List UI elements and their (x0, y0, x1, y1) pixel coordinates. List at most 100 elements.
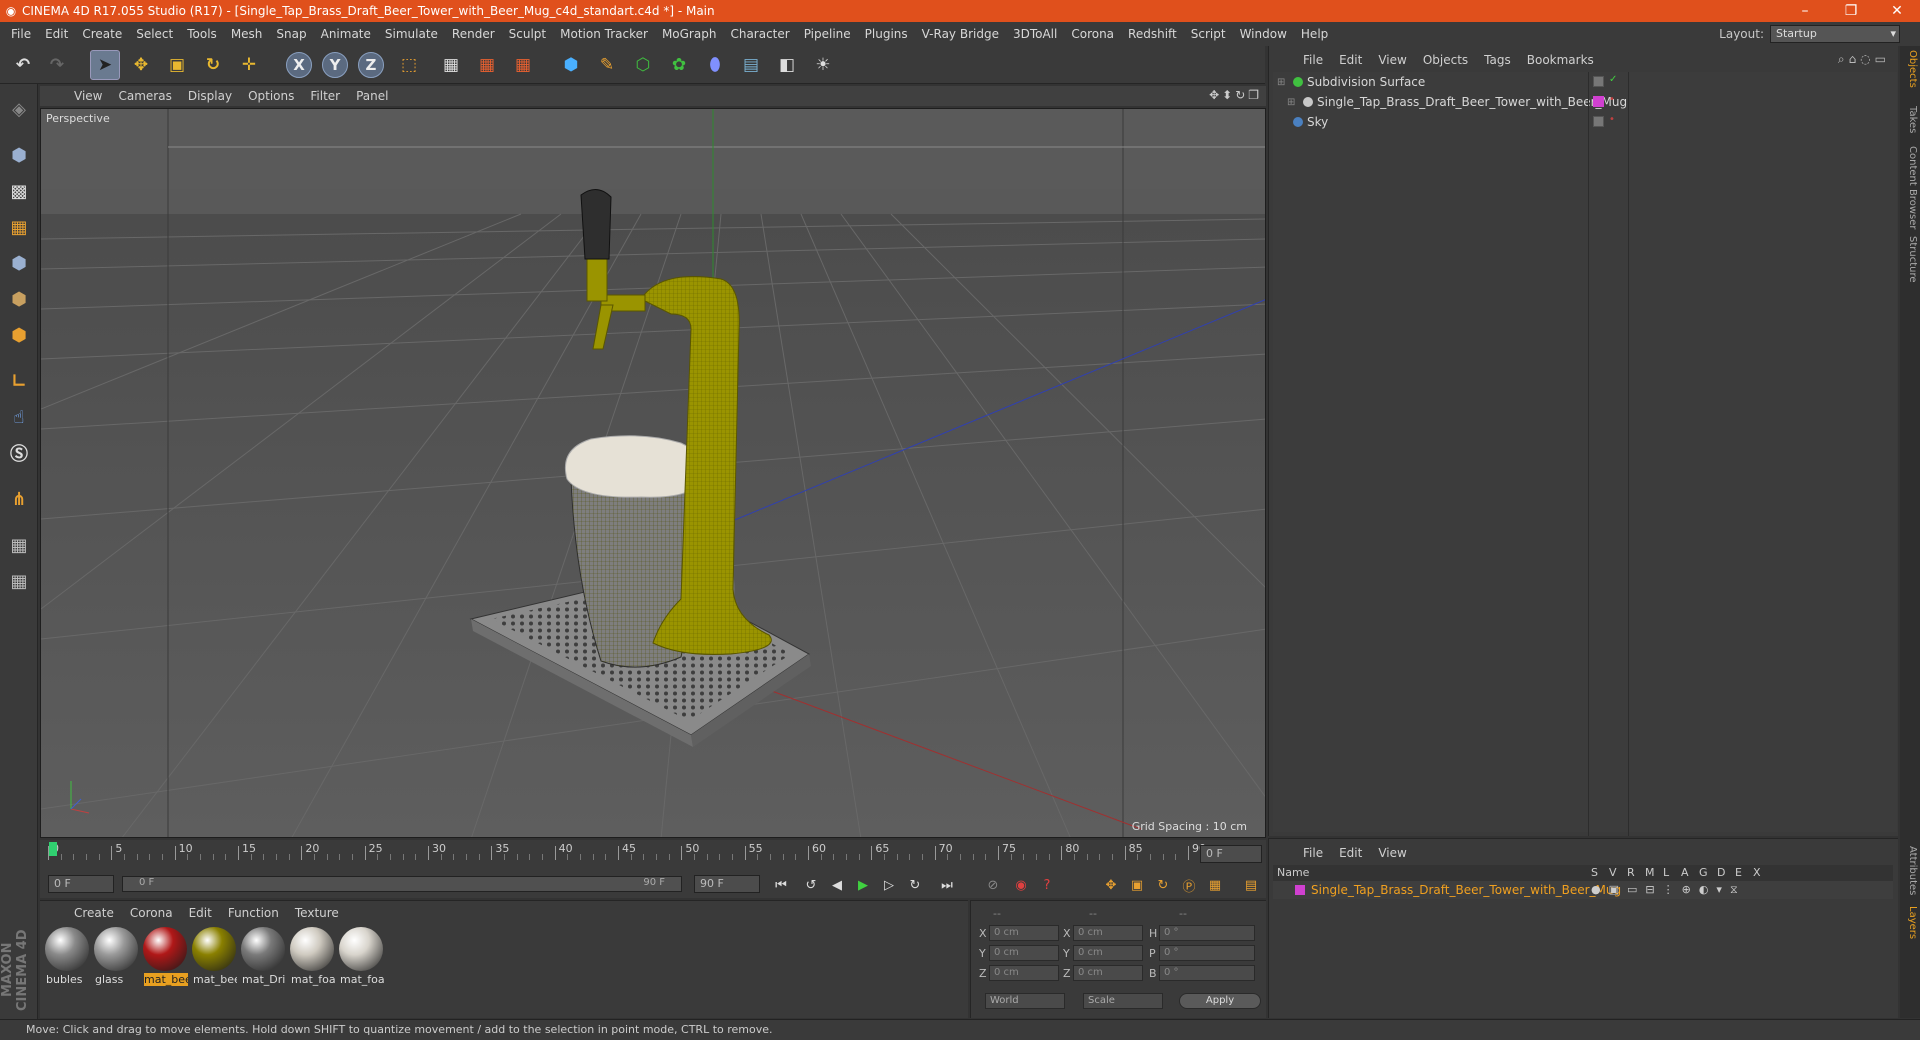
transform-icon[interactable]: ✛ (234, 50, 264, 80)
menu-select[interactable]: Select (129, 27, 180, 41)
timeline-ruler[interactable]: 051015202530354045505560657075808590 0 F (40, 840, 1266, 870)
render-picture-viewer-icon[interactable]: ▦ (472, 50, 502, 80)
object-menu-file[interactable]: File (1295, 53, 1331, 67)
visibility-toggle-icon[interactable] (1593, 76, 1604, 87)
layer-flag-icons[interactable]: ●▣▭⊟⋮⊕◐▾⧖ (1591, 883, 1746, 897)
object-menu-view[interactable]: View (1370, 53, 1414, 67)
menu-help[interactable]: Help (1294, 27, 1335, 41)
viewport-menu-view[interactable]: View (66, 89, 110, 103)
texture-mode-icon[interactable]: ▩ (4, 176, 34, 206)
object-menu-bookmarks[interactable]: Bookmarks (1519, 53, 1602, 67)
menu-simulate[interactable]: Simulate (378, 27, 445, 41)
expand-toggle-icon[interactable]: ⊞ (1287, 97, 1297, 108)
redo-icon[interactable]: ↷ (42, 50, 72, 80)
viewport-menu-options[interactable]: Options (240, 89, 302, 103)
current-frame-field[interactable]: 0 F (1200, 845, 1262, 863)
close-button[interactable]: ✕ (1874, 0, 1920, 22)
tweak-mode-icon[interactable]: ☝ (4, 402, 34, 432)
menu-mograph[interactable]: MoGraph (655, 27, 724, 41)
right-tab-structure[interactable]: Structure (1902, 236, 1918, 283)
layout-dropdown[interactable]: Startup ▾ (1770, 24, 1900, 43)
play-icon[interactable]: ▶ (852, 874, 874, 896)
spline-pen-icon[interactable]: ✎ (592, 50, 622, 80)
right-tab-takes[interactable]: Takes (1902, 106, 1918, 133)
material-swatch[interactable]: glass (93, 927, 139, 987)
keyframe-selection-icon[interactable]: ⊘ (982, 874, 1004, 896)
coord-value-field[interactable]: 0 cm (1073, 945, 1143, 961)
next-key-icon[interactable]: ↻ (904, 874, 926, 896)
right-tab-attributes[interactable]: Attributes (1902, 846, 1918, 895)
snap-icon[interactable]: Ⓢ (4, 438, 34, 468)
render-settings-icon[interactable]: ▦ (508, 50, 538, 80)
magnet-icon[interactable]: ⋔ (4, 484, 34, 514)
layer-menu-file[interactable]: File (1295, 846, 1331, 860)
layer-menu-edit[interactable]: Edit (1331, 846, 1370, 860)
enabled-check-icon[interactable]: ✓ (1609, 74, 1617, 85)
floor-icon[interactable]: ▤ (736, 50, 766, 80)
key-position-icon[interactable]: ✥ (1100, 874, 1122, 896)
scale-icon[interactable]: ▣ (162, 50, 192, 80)
object-row[interactable]: Sky • (1273, 112, 1897, 132)
timeline-window-icon[interactable]: ▤ (1240, 874, 1262, 896)
deformer-icon[interactable]: ⬮ (700, 50, 730, 80)
menu-window[interactable]: Window (1233, 27, 1294, 41)
expand-toggle-icon[interactable]: ⊞ (1277, 77, 1287, 88)
menu-3dtoall[interactable]: 3DToAll (1006, 27, 1064, 41)
go-to-start-icon[interactable]: ⏮ (770, 874, 792, 896)
model-mode-icon[interactable]: ⬢ (4, 140, 34, 170)
object-row[interactable]: ⊞ Single_Tap_Brass_Draft_Beer_Tower_with_… (1273, 92, 1897, 112)
menu-edit[interactable]: Edit (38, 27, 75, 41)
right-tab-objects[interactable]: Objects (1902, 50, 1918, 88)
material-swatch[interactable]: mat_bee (142, 927, 188, 987)
z-axis-lock-icon[interactable]: Z (358, 52, 384, 78)
move-icon[interactable]: ✥ (126, 50, 156, 80)
visibility-toggle-icon[interactable] (1593, 116, 1604, 127)
menu-v-ray-bridge[interactable]: V-Ray Bridge (915, 27, 1006, 41)
undo-icon[interactable]: ↶ (8, 50, 38, 80)
select-arrow-icon[interactable]: ➤ (90, 50, 120, 80)
coordinate-system-icon[interactable]: ⬚ (394, 50, 424, 80)
light-icon[interactable]: ☀ (808, 50, 838, 80)
minimize-button[interactable]: – (1782, 0, 1828, 22)
planar-workplane-icon[interactable]: ▦ (4, 566, 34, 596)
viewport-menu-filter[interactable]: Filter (302, 89, 348, 103)
render-view-icon[interactable]: ▦ (436, 50, 466, 80)
workplane-icon[interactable]: ▦ (4, 212, 34, 242)
points-mode-icon[interactable]: ⬢ (4, 248, 34, 278)
axis-mode-icon[interactable]: ∟ (4, 366, 34, 396)
key-scale-icon[interactable]: ▣ (1126, 874, 1148, 896)
y-axis-lock-icon[interactable]: Y (322, 52, 348, 78)
menu-redshift[interactable]: Redshift (1121, 27, 1184, 41)
object-row[interactable]: ⊞ Subdivision Surface ✓ (1273, 72, 1897, 92)
menu-pipeline[interactable]: Pipeline (797, 27, 858, 41)
rotate-icon[interactable]: ↻ (198, 50, 228, 80)
record-icon[interactable]: ◉ (1010, 874, 1032, 896)
viewport-menu-cameras[interactable]: Cameras (110, 89, 179, 103)
key-parameter-icon[interactable]: Ⓟ (1178, 874, 1200, 896)
cloner-icon[interactable]: ✿ (664, 50, 694, 80)
menu-file[interactable]: File (4, 27, 38, 41)
coord-value-field[interactable]: 0 cm (1073, 965, 1143, 981)
right-tab-layers[interactable]: Layers (1902, 906, 1918, 939)
go-to-end-icon[interactable]: ⏭ (936, 874, 958, 896)
viewport-navigation-icons[interactable]: ✥⬍↻❐ (1209, 88, 1262, 102)
object-menu-tags[interactable]: Tags (1476, 53, 1519, 67)
edges-mode-icon[interactable]: ⬢ (4, 284, 34, 314)
menu-character[interactable]: Character (723, 27, 796, 41)
next-frame-icon[interactable]: ▷ (878, 874, 900, 896)
menu-animate[interactable]: Animate (314, 27, 378, 41)
coordinate-mode-dropdown[interactable]: Scale (1083, 993, 1163, 1009)
layer-tag-icon[interactable] (1593, 96, 1604, 107)
menu-tools[interactable]: Tools (180, 27, 224, 41)
locked-workplane-icon[interactable]: ▦ (4, 530, 34, 560)
previous-frame-icon[interactable]: ◀ (826, 874, 848, 896)
material-swatch[interactable]: mat_Dri (240, 927, 286, 987)
menu-mesh[interactable]: Mesh (224, 27, 270, 41)
coord-value-field[interactable]: 0 ° (1159, 925, 1255, 941)
coordinate-space-dropdown[interactable]: World (985, 993, 1065, 1009)
subdivision-icon[interactable]: ⬡ (628, 50, 658, 80)
menu-create[interactable]: Create (75, 27, 129, 41)
apply-button[interactable]: Apply (1179, 993, 1261, 1009)
key-rotation-icon[interactable]: ↻ (1152, 874, 1174, 896)
restore-button[interactable]: ❐ (1828, 0, 1874, 22)
